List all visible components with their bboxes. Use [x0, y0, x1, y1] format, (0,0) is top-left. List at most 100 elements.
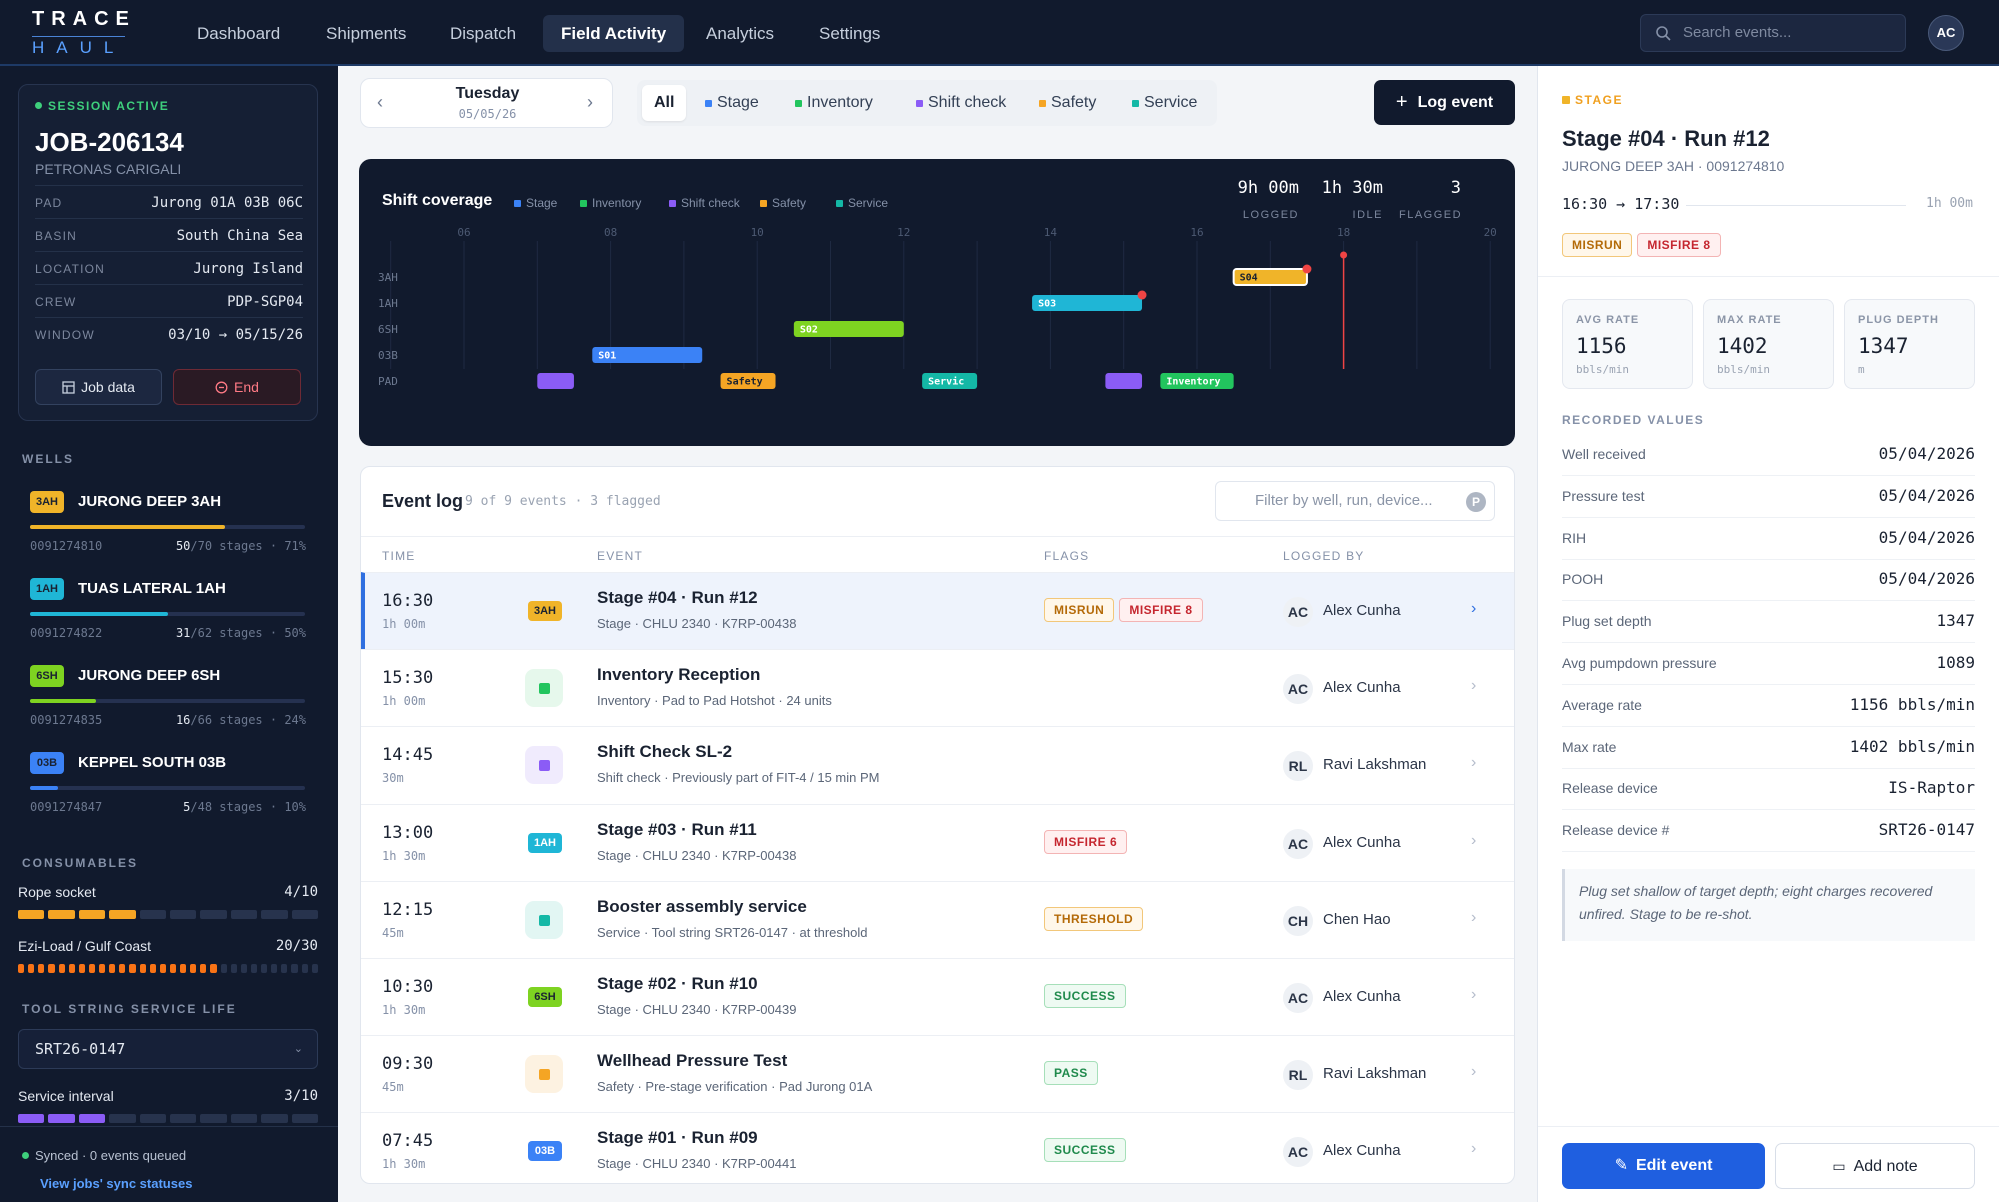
filter-inventory[interactable]: Inventory [783, 82, 885, 124]
nav-dashboard[interactable]: Dashboard [179, 15, 298, 52]
consumables-heading: CONSUMABLES [22, 856, 139, 870]
event-row[interactable]: 15:30 1h 00m Inventory Reception Inventory … [361, 649, 1514, 726]
bar-label: Safety [727, 377, 763, 388]
flag-marker [1302, 264, 1312, 274]
sync-status: Synced · 0 events queued [22, 1148, 186, 1163]
user-avatar[interactable]: AC [1928, 15, 1964, 51]
legend-swatch-icon [514, 200, 521, 207]
filter-stage[interactable]: Stage [693, 82, 771, 124]
tool-string-select[interactable]: SRT26-0147 ⌄ [18, 1029, 318, 1069]
timeline-bar [537, 373, 574, 389]
nav-dispatch[interactable]: Dispatch [432, 15, 534, 52]
metric-value: 1156 [1576, 334, 1627, 358]
metric-label: PLUG DEPTH [1858, 314, 1939, 326]
nav-shipments[interactable]: Shipments [308, 15, 424, 52]
event-row[interactable]: 10:30 1h 30m 6SH Stage #02 · Run #10 Stage ·… [361, 958, 1514, 1035]
user-avatar: AC [1283, 983, 1313, 1013]
logged-by: Alex Cunha [1323, 833, 1401, 851]
event-row[interactable]: 16:30 1h 00m 3AH Stage #04 · Run #12 Stage ·… [361, 572, 1514, 649]
event-flags: MISRUN MISFIRE 8 [1044, 598, 1208, 622]
filter-shift-check[interactable]: Shift check [904, 82, 1018, 124]
filter-all[interactable]: All [642, 85, 687, 121]
filter-label: Service [1144, 94, 1198, 111]
event-duration: 1h 00m [382, 694, 426, 709]
x-tick-label: 06 [457, 226, 470, 239]
event-title: Stage #04 · Run #12 [597, 588, 758, 607]
nav-field-activity[interactable]: Field Activity [543, 15, 685, 52]
event-row[interactable]: 13:00 1h 30m 1AH Stage #03 · Run #11 Stage ·… [361, 803, 1514, 881]
recorded-heading: RECORDED VALUES [1562, 413, 1705, 427]
event-time: 12:15 [382, 899, 434, 920]
field-value: Jurong Island [193, 261, 303, 277]
event-filter-input[interactable]: Filter by well, run, device... P [1215, 481, 1495, 521]
event-row[interactable]: 07:45 1h 30m 03B Stage #01 · Run #09 Stage ·… [361, 1112, 1514, 1189]
session-field: PAD Jurong 01A 03B 06C [35, 185, 303, 218]
chevron-right-icon: › [1471, 1140, 1477, 1158]
col-time: TIME [382, 549, 416, 563]
search-icon [1656, 26, 1671, 41]
chevron-right-icon: › [1471, 986, 1477, 1003]
stages-total: /66 stages · 24% [190, 713, 306, 727]
col-event: EVENT [597, 549, 644, 563]
sync-dot-icon [22, 1152, 29, 1159]
well-item[interactable]: 03B KEPPEL SOUTH 03B 0091274847 5/48 stages… [30, 752, 308, 830]
stat-value: 1h 30m [1321, 178, 1383, 198]
end-session-button[interactable]: End [173, 369, 301, 405]
detail-duration: 1h 00m [1926, 196, 1973, 211]
recorded-value-row: Pressure test 05/04/2026 [1562, 476, 1975, 518]
edit-event-button[interactable]: ✎ Edit event [1562, 1143, 1765, 1189]
well-tag: 6SH [30, 665, 64, 687]
job-data-button[interactable]: Job data [35, 369, 162, 405]
event-subtitle: Service · Tool string SRT26-0147 · at th… [597, 924, 868, 940]
recorded-label: Pressure test [1562, 487, 1645, 504]
event-row[interactable]: 09:30 45m Wellhead Pressure Test Safety · P… [361, 1035, 1514, 1112]
sync-statuses-link[interactable]: View jobs' sync statuses [40, 1176, 192, 1191]
well-item[interactable]: 3AH JURONG DEEP 3AH 0091274810 50/70 stages… [30, 491, 308, 569]
logged-by: Ravi Lakshman [1323, 756, 1427, 774]
well-number: 0091274835 [30, 713, 103, 727]
event-flags: SUCCESS [1044, 984, 1131, 1008]
log-event-button[interactable]: + Log event [1374, 80, 1515, 125]
event-row[interactable]: 12:15 45m Booster assembly service Service … [361, 880, 1514, 958]
filter-clear-icon[interactable]: P [1466, 492, 1486, 512]
well-name: KEPPEL SOUTH 03B [78, 754, 227, 771]
flag-badge: MISFIRE 6 [1044, 829, 1128, 854]
flag-marker [1137, 290, 1147, 300]
well-item[interactable]: 1AH TUAS LATERAL 1AH 0091274822 31/62 stage… [30, 578, 308, 656]
event-type-icon [525, 1055, 563, 1094]
recorded-label: Release device # [1562, 822, 1670, 839]
filter-safety[interactable]: Safety [1027, 82, 1108, 124]
event-row[interactable]: 14:45 30m Shift Check SL-2 Shift check · Pr… [361, 726, 1514, 803]
consumable-label: Rope socket [18, 884, 96, 900]
well-tag: 3AH [30, 491, 64, 513]
next-day-icon[interactable]: › [587, 92, 593, 113]
legend-label: Service [848, 196, 889, 210]
session-card: SESSION ACTIVE JOB-206134 PETRONAS CARIG… [18, 84, 318, 421]
event-title: Shift Check SL-2 [597, 742, 733, 762]
metric-unit: bbls/min [1576, 363, 1629, 376]
well-name: JURONG DEEP 6SH [78, 667, 221, 684]
filter-service[interactable]: Service [1120, 82, 1209, 124]
metric-card: MAX RATE 1402 bbls/min [1703, 299, 1834, 389]
chevron-down-icon: ⌄ [293, 1043, 303, 1055]
event-type-icon [525, 669, 563, 708]
well-item[interactable]: 6SH JURONG DEEP 6SH 0091274835 16/66 stages… [30, 665, 308, 743]
search-input[interactable]: Search events... [1640, 14, 1906, 52]
user-avatar: RL [1283, 1060, 1313, 1091]
detail-title: Stage #04 · Run #12 [1562, 126, 1770, 151]
well-name: TUAS LATERAL 1AH [78, 580, 226, 597]
flag-badge: SUCCESS [1044, 984, 1126, 1008]
now-marker [1340, 251, 1348, 259]
add-note-button[interactable]: ▭ Add note [1775, 1143, 1975, 1189]
nav-analytics[interactable]: Analytics [688, 15, 792, 52]
metric-value: 1347 [1858, 334, 1909, 358]
row-label: PAD [378, 375, 398, 388]
legend-label: Shift check [681, 196, 740, 210]
legend-safety: Safety [760, 196, 806, 210]
client-name: PETRONAS CARIGALI [35, 161, 182, 177]
legend-inventory: Inventory [580, 196, 641, 210]
well-tag: 3AH [528, 601, 562, 621]
recorded-value-row: Avg pumpdown pressure 1089 [1562, 643, 1975, 685]
event-type-icon [525, 746, 563, 785]
nav-settings[interactable]: Settings [801, 15, 898, 52]
